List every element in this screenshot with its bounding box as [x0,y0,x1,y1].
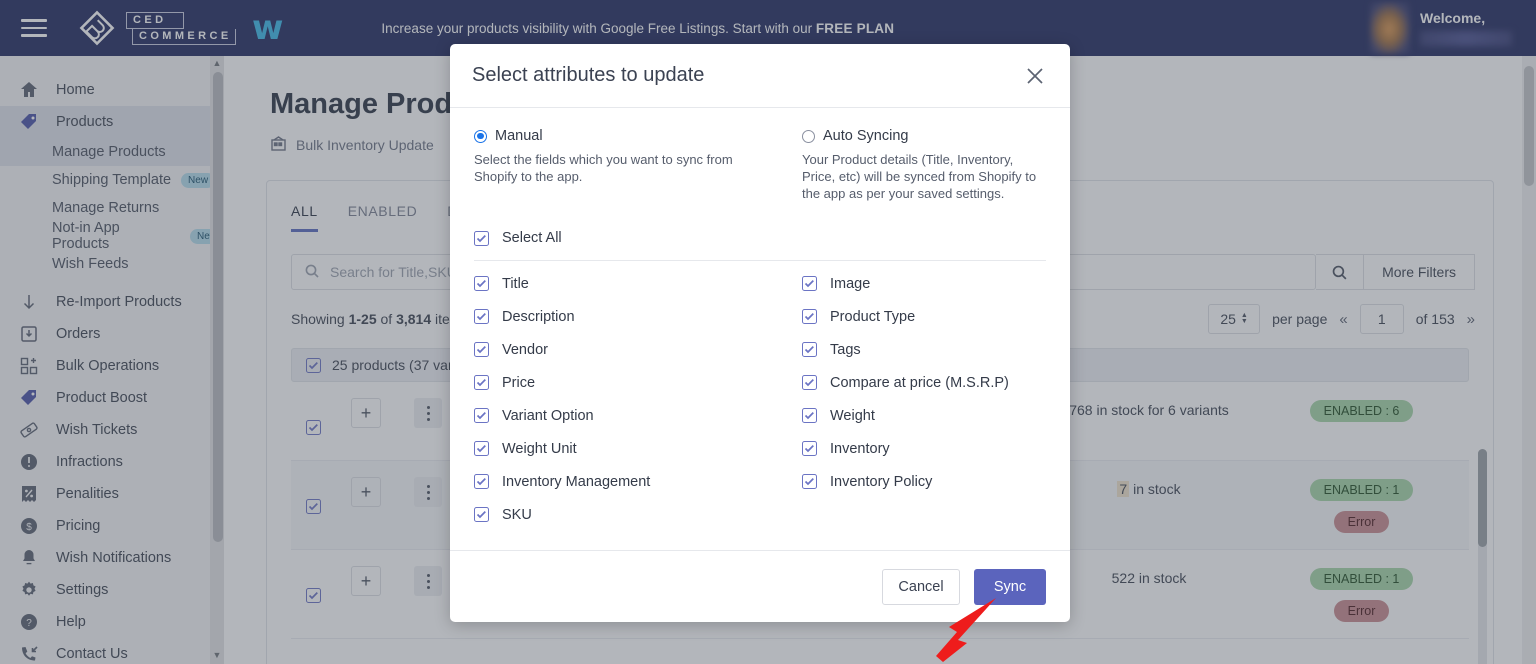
attribute-checkbox-title[interactable]: Title [474,267,760,300]
app-screenshot: CED COMMERCE w Increase your products vi… [0,0,1536,664]
attribute-checkbox-price[interactable]: Price [474,366,760,399]
checkbox-icon[interactable] [802,474,817,489]
select-all-checkbox[interactable] [474,230,489,246]
attribute-label: Title [502,275,529,292]
sync-mode-option-manual[interactable]: Manual Select the fields which you want t… [474,128,760,202]
attribute-label: Image [830,275,871,292]
attribute-checkbox-description[interactable]: Description [474,300,760,333]
attribute-label: SKU [502,506,532,523]
checkbox-icon[interactable] [474,441,489,456]
checkbox-icon[interactable] [802,408,817,423]
attribute-label: Weight Unit [502,440,577,457]
checkbox-icon[interactable] [802,276,817,291]
attribute-label: Inventory Management [502,473,651,490]
close-icon[interactable] [1022,63,1048,89]
attribute-checkbox-tags[interactable]: Tags [802,333,1046,366]
select-all-label: Select All [502,230,562,246]
radio-manual-icon[interactable] [474,129,487,143]
attribute-checkbox-vendor[interactable]: Vendor [474,333,760,366]
attribute-label: Product Type [830,308,916,325]
checkbox-icon[interactable] [474,342,489,357]
attribute-checkbox-image[interactable]: Image [802,267,1046,300]
attribute-checkbox-weight-unit[interactable]: Weight Unit [474,432,760,465]
checkbox-icon[interactable] [474,507,489,522]
attribute-label: Price [502,374,536,391]
modal-header: Select attributes to update [450,44,1070,108]
sync-mode-options: Manual Select the fields which you want t… [474,128,1046,202]
option-label: Auto Syncing [823,128,909,144]
option-header[interactable]: Auto Syncing [802,128,1046,144]
attributes-column-left: Title Description Vendor Price Variant Optio… [474,267,760,531]
modal-body: Manual Select the fields which you want t… [450,108,1070,550]
checkbox-icon[interactable] [474,375,489,390]
option-description: Your Product details (Title, Inventory, … [802,152,1037,201]
attribute-label: Compare at price (M.S.R.P) [830,374,1009,391]
checkbox-icon[interactable] [802,309,817,324]
attribute-checkbox-inventory[interactable]: Inventory [802,432,1046,465]
checkbox-icon[interactable] [474,276,489,291]
checkbox-icon[interactable] [802,375,817,390]
attributes-column-right: Image Product Type Tags Compare at price (M… [760,267,1046,531]
attribute-checkbox-weight[interactable]: Weight [802,399,1046,432]
attribute-checkbox-product-type[interactable]: Product Type [802,300,1046,333]
attributes-grid: Title Description Vendor Price Variant Optio… [474,267,1046,531]
divider [474,260,1046,261]
attribute-checkbox-inventory-policy[interactable]: Inventory Policy [802,465,1046,498]
select-attributes-modal: Select attributes to update Manual Select… [450,44,1070,622]
checkbox-icon[interactable] [474,408,489,423]
sync-mode-option-auto-syncing[interactable]: Auto Syncing Your Product details (Title,… [760,128,1046,202]
attribute-label: Inventory Policy [830,473,933,490]
attribute-checkbox-compare-at-price-m-s-r-p-[interactable]: Compare at price (M.S.R.P) [802,366,1046,399]
checkbox-icon[interactable] [802,441,817,456]
checkbox-icon[interactable] [474,474,489,489]
option-label: Manual [495,128,543,144]
checkbox-icon[interactable] [474,309,489,324]
select-all-row[interactable]: Select All [474,230,1046,246]
attribute-label: Tags [830,341,861,358]
cursor-arrow-icon [930,596,1000,664]
attribute-label: Weight [830,407,875,424]
modal-title: Select attributes to update [472,64,705,86]
option-header[interactable]: Manual [474,128,742,144]
attribute-checkbox-variant-option[interactable]: Variant Option [474,399,760,432]
checkbox-icon[interactable] [802,342,817,357]
attribute-label: Inventory [830,440,890,457]
attribute-checkbox-inventory-management[interactable]: Inventory Management [474,465,760,498]
attribute-label: Description [502,308,575,325]
attribute-checkbox-sku[interactable]: SKU [474,498,760,531]
attribute-label: Variant Option [502,407,594,424]
attribute-label: Vendor [502,341,548,358]
radio-auto-syncing-icon[interactable] [802,129,815,143]
option-description: Select the fields which you want to sync… [474,152,733,184]
